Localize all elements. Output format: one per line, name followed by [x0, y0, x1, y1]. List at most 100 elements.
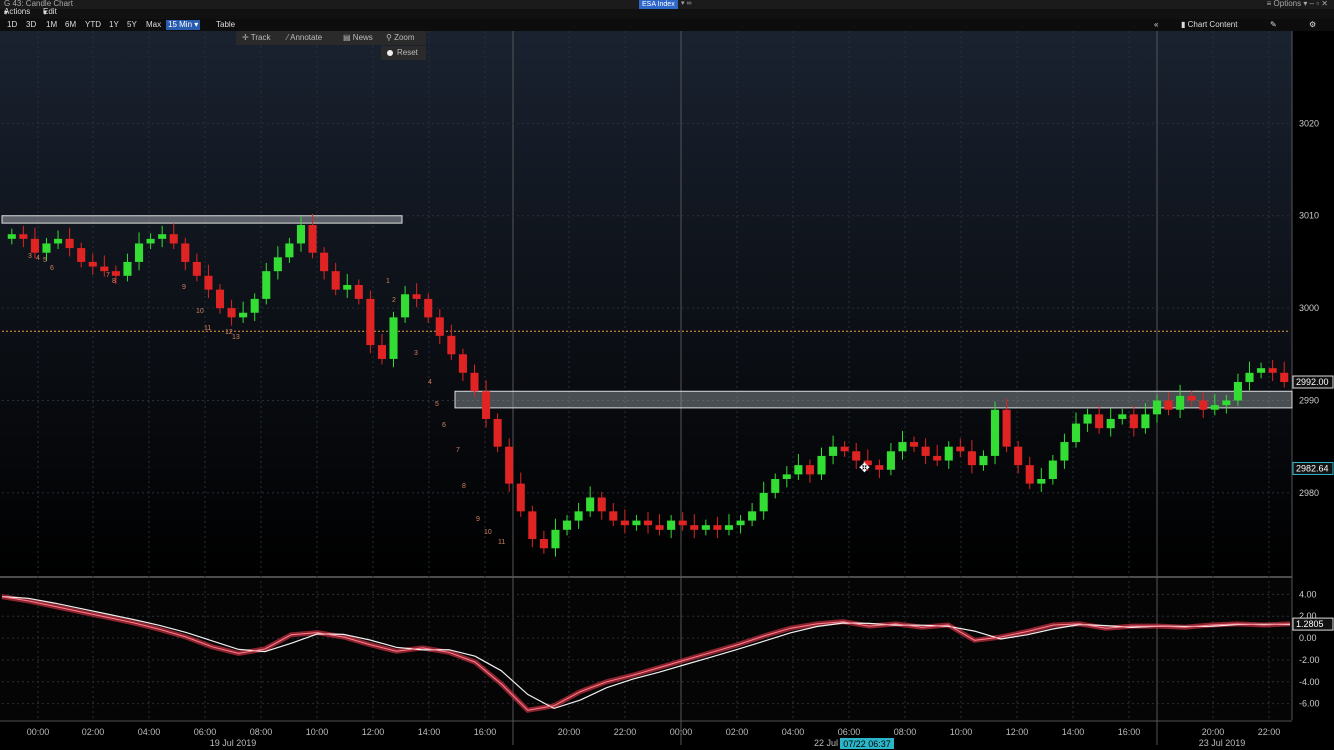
td-sequence-label: 8 [462, 483, 466, 490]
news-tool[interactable]: ▤ News [343, 32, 373, 44]
candle-body [1280, 372, 1289, 383]
candle-body [713, 525, 722, 530]
candle-body [215, 289, 225, 309]
options-menu[interactable]: ≡ Options ▾ – ▫ ✕ [1267, 0, 1328, 8]
time-tick-label: 06:00 [838, 727, 861, 737]
reset-button[interactable]: Reset [381, 46, 426, 60]
candle-body [343, 285, 352, 290]
annotate-tool[interactable]: ⁄ Annotate [287, 32, 322, 44]
table-button[interactable]: Table [214, 20, 237, 30]
candle-body [1233, 382, 1242, 401]
track-tool[interactable]: ✛ Track [242, 32, 270, 44]
candle-body [227, 308, 236, 318]
range-5y[interactable]: 5Y [125, 20, 139, 30]
range-1y[interactable]: 1Y [107, 20, 121, 30]
td-sequence-label: 11 [204, 325, 211, 332]
time-tick-label: 16:00 [1118, 727, 1141, 737]
range-ytd[interactable]: YTD [83, 20, 103, 30]
candle-body [1002, 409, 1011, 447]
candle-body [482, 391, 491, 419]
candle-body [956, 446, 965, 452]
candle-body [794, 465, 803, 475]
menu-edit[interactable]: Edit ▾ [43, 7, 57, 17]
candle-body [748, 511, 757, 521]
gear-icon[interactable]: ⚙ [1309, 20, 1316, 30]
candle-body [65, 238, 74, 249]
news-label: News [352, 33, 373, 42]
candle-body [979, 455, 988, 466]
price-tick-label: 3010 [1299, 211, 1319, 221]
candle-body [192, 261, 201, 276]
candle-body [470, 372, 479, 392]
candle-body [158, 234, 167, 239]
candle-body [77, 248, 86, 262]
td-sequence-label: 4 [428, 379, 432, 386]
candle-body [1257, 368, 1266, 373]
macd-tick-label: 0.00 [1299, 633, 1317, 643]
reset-label: Reset [397, 48, 418, 57]
candle-body [817, 455, 826, 475]
candle-body [1060, 442, 1069, 461]
chart-canvas[interactable]: 3 4 56789101112131234567891011 00:00 02:00 0… [0, 0, 1334, 750]
range-max[interactable]: Max [144, 20, 163, 30]
time-tick-label: 14:00 [418, 727, 441, 737]
time-tick-label: 20:00 [558, 727, 581, 737]
time-tick-label: 14:00 [1062, 727, 1085, 737]
candle-body [910, 442, 919, 447]
price-pane-background [0, 31, 1292, 576]
time-tick-label: 08:00 [250, 727, 273, 737]
td-sequence-label: 9 [476, 516, 480, 523]
candle-body [562, 520, 572, 530]
td-sequence-label: 5 [43, 257, 47, 264]
candle-body [539, 539, 548, 549]
pencil-icon[interactable]: ✎ [1270, 20, 1277, 30]
time-tick-label: 16:00 [474, 727, 497, 737]
candle-body [701, 525, 710, 530]
interval-selector[interactable]: 15 Min ▾ [166, 20, 201, 30]
reset-icon [387, 49, 393, 56]
range-3d[interactable]: 3D [24, 20, 38, 30]
candle-body [1048, 460, 1057, 480]
candle-body [829, 446, 838, 456]
crosshair-price-tag-label: 2982.64 [1296, 463, 1329, 473]
candle-body [42, 243, 51, 253]
candle-body [805, 465, 814, 475]
candle-body [574, 511, 583, 521]
time-tick-label: 04:00 [138, 727, 161, 737]
resistance-zone [1, 215, 403, 224]
td-sequence-label: 3 [28, 253, 32, 260]
candle-body [30, 238, 39, 253]
candle-body [296, 224, 306, 244]
candle-body [1222, 400, 1231, 406]
candle-body [493, 418, 502, 447]
candle-body [435, 317, 444, 336]
td-sequence-label: 9 [182, 284, 186, 291]
range-1d[interactable]: 1D [5, 20, 19, 30]
time-tick-label: 08:00 [894, 727, 917, 737]
td-sequence-label: 13 [232, 334, 240, 341]
chevron-down-icon[interactable]: ▾ ∞ [681, 0, 691, 7]
candle-body [204, 275, 213, 290]
zoom-tool[interactable]: ⚲ Zoom [386, 32, 415, 44]
candle-body [1245, 372, 1254, 383]
range-6m[interactable]: 6M [63, 20, 78, 30]
candle-body [875, 465, 884, 470]
collapse-icon[interactable]: « [1154, 20, 1158, 30]
ticker-field[interactable]: ESA Index [639, 0, 678, 9]
candle-body [7, 234, 16, 239]
candle-body [667, 520, 676, 530]
td-sequence-label: 11 [498, 539, 505, 546]
candle-body [620, 520, 629, 526]
candle-body [1199, 400, 1208, 410]
range-1m[interactable]: 1M [44, 20, 59, 30]
macd-tick-label: 4.00 [1299, 589, 1317, 599]
td-sequence-label: 2 [392, 297, 396, 304]
macd-tick-label: -6.00 [1299, 699, 1320, 709]
menu-actions[interactable]: Actions ▾ [4, 7, 30, 17]
candle-body [1210, 405, 1219, 410]
last-price-tag-label: 2992.00 [1296, 377, 1329, 387]
td-sequence-label: 1 [386, 278, 390, 285]
candle-body [285, 243, 294, 258]
chart-content-button[interactable]: ▮ Chart Content [1181, 20, 1237, 30]
candle-body [736, 520, 745, 526]
